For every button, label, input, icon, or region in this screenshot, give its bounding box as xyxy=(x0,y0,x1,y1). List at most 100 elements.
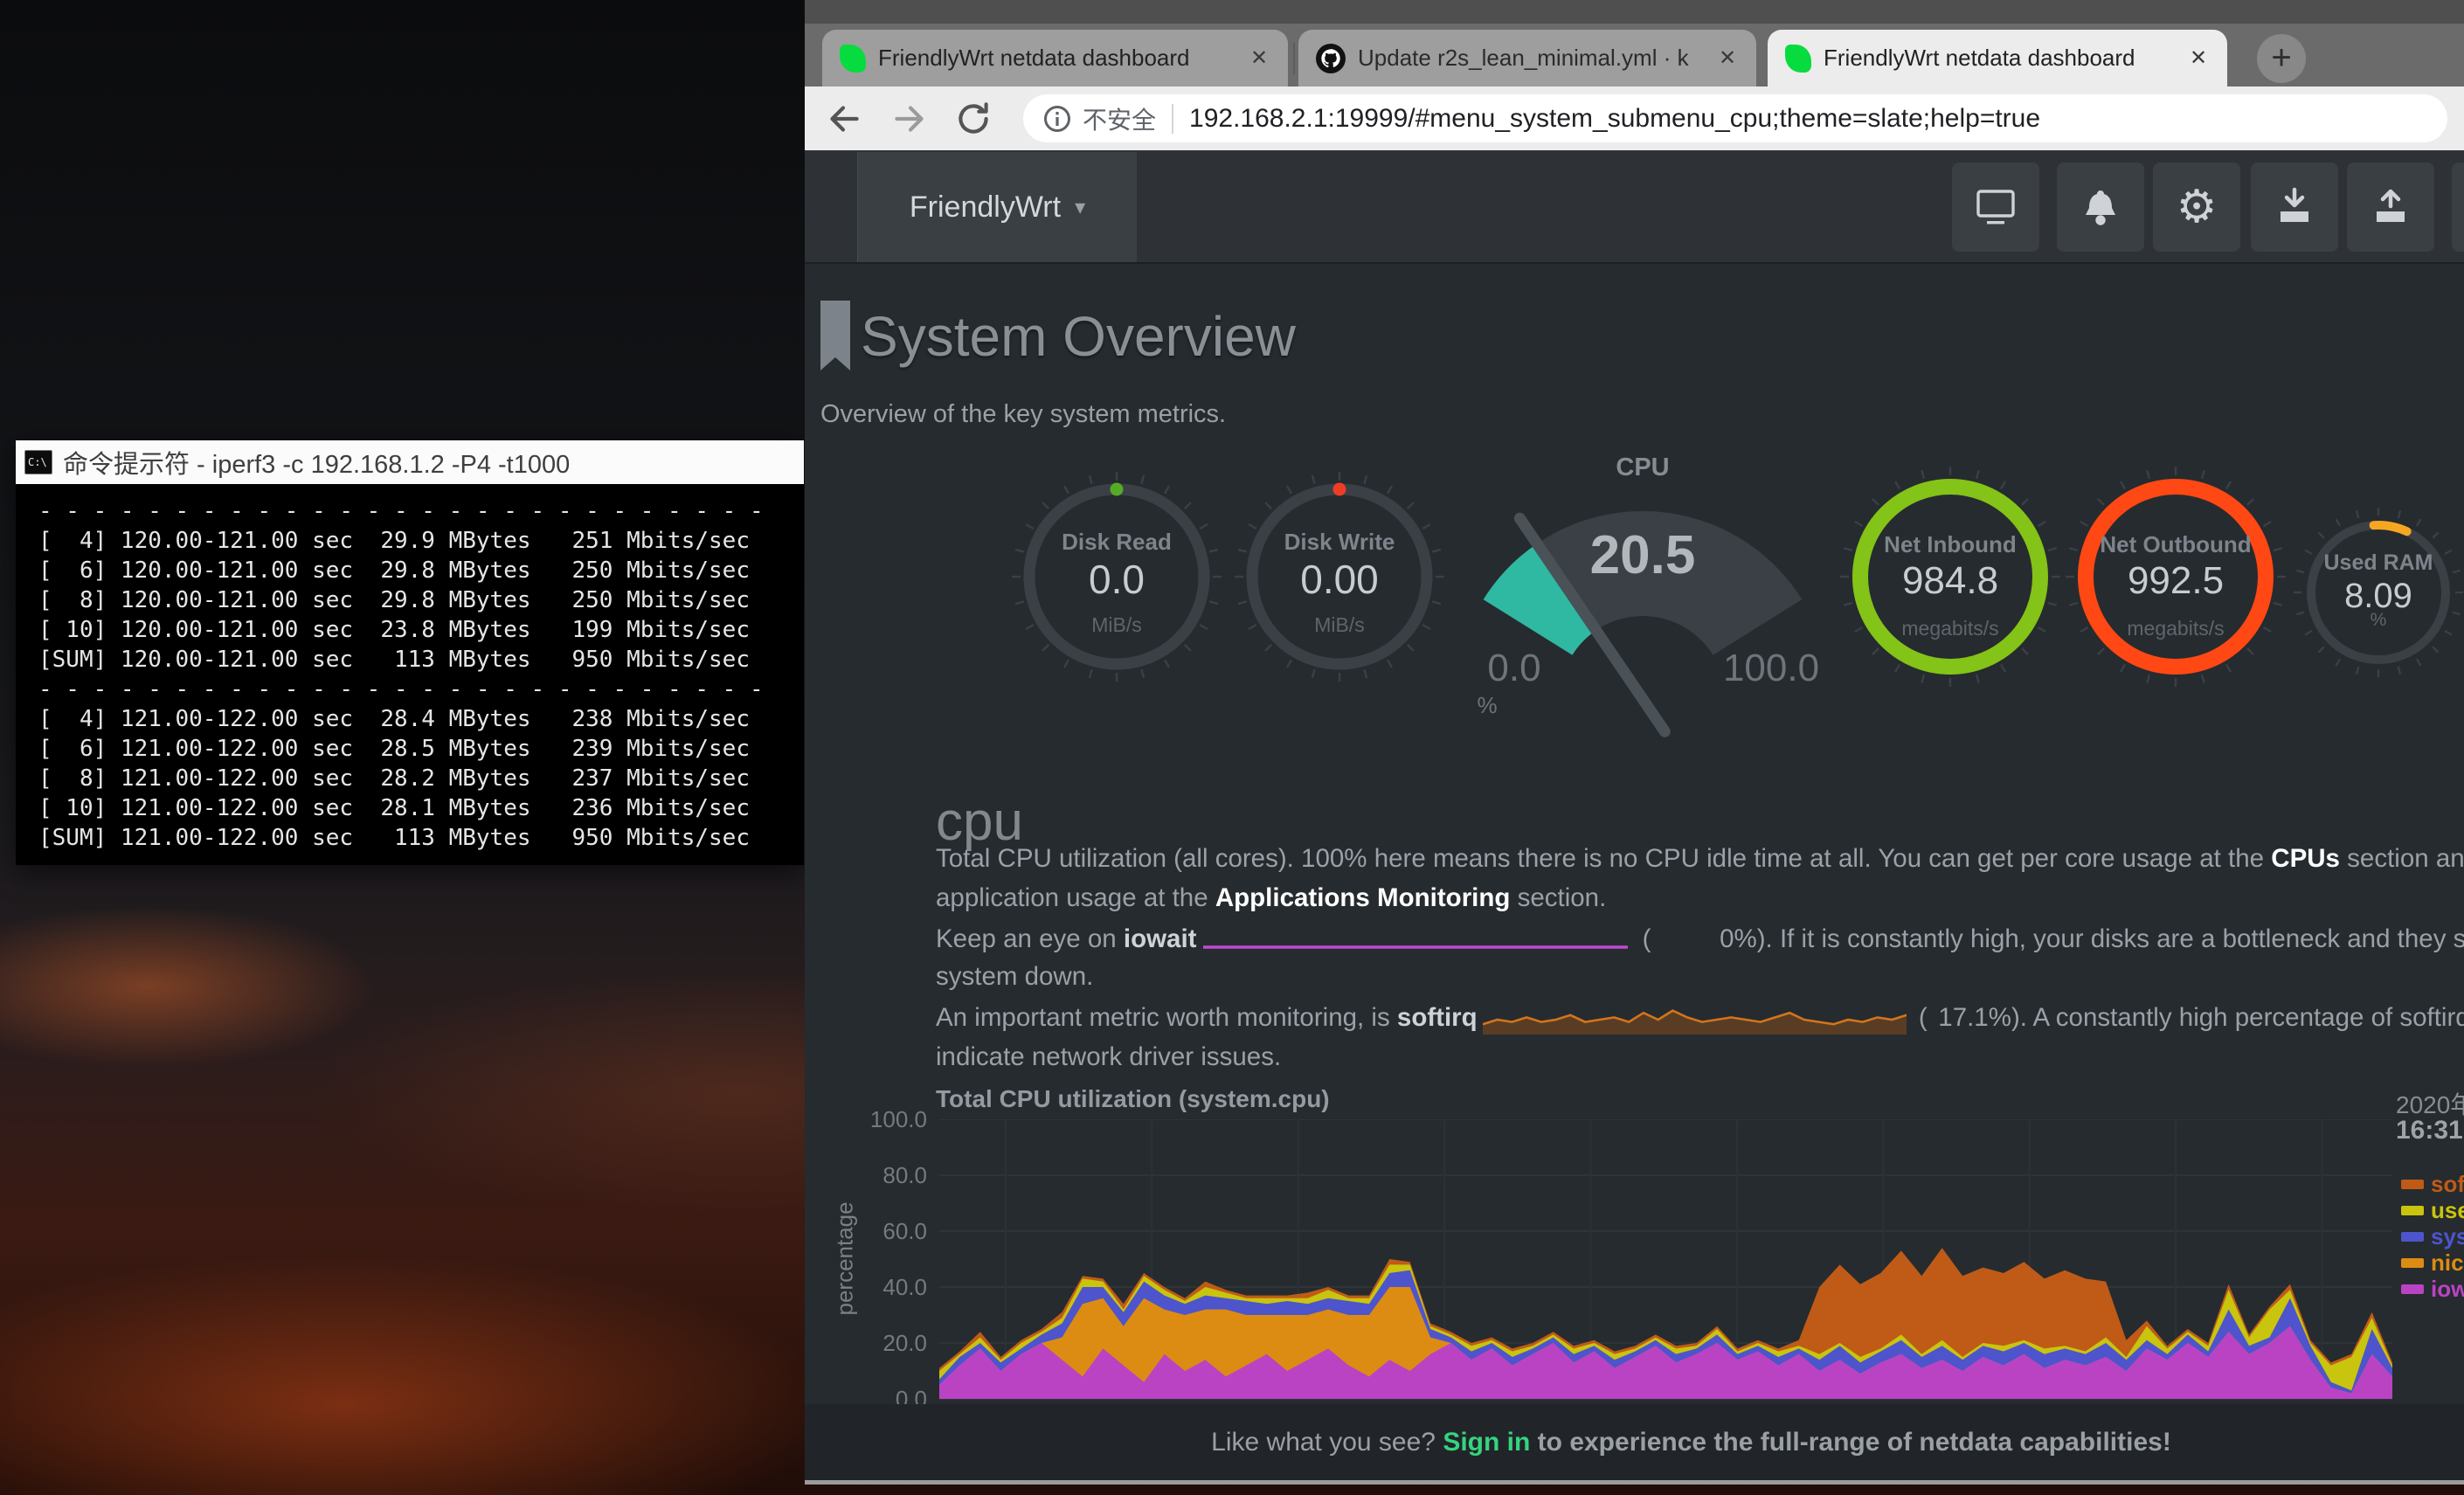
forward-icon[interactable] xyxy=(888,97,931,141)
page-title: System Overview xyxy=(861,304,1296,369)
legend-swatch xyxy=(2401,1206,2424,1215)
gauge-label: Net Outbound xyxy=(2053,531,2298,558)
legend-label: softirq xyxy=(2431,1171,2464,1198)
gauge-net-inbound[interactable]: Net Inbound 984.8 megabits/s xyxy=(1828,454,2073,699)
gauge-value: 992.5 xyxy=(2053,559,2298,603)
browser-toolbar: 不安全 192.168.2.1:19999/#menu_system_subme… xyxy=(805,87,2464,150)
upload-icon xyxy=(2370,185,2412,229)
gauge-min: 0.0 xyxy=(1471,647,1558,690)
gauge-unit: megabits/s xyxy=(2053,617,2298,640)
legend-item-softirq[interactable]: softirq xyxy=(2401,1171,2464,1197)
chart-timestamp-time: 16:31:2 xyxy=(2396,1116,2464,1145)
tab-netdata-2-active[interactable]: FriendlyWrt netdata dashboard ✕ xyxy=(1768,30,2227,87)
close-icon[interactable]: ✕ xyxy=(1714,45,1741,71)
gauge-label: Net Inbound xyxy=(1828,531,2073,558)
back-icon[interactable] xyxy=(822,97,866,141)
softirq-sparkline[interactable] xyxy=(1483,1003,1907,1035)
cpu-description-line4: system down. xyxy=(936,962,2464,992)
gauge-label: Disk Read xyxy=(1003,529,1230,556)
gauge-unit: MiB/s xyxy=(1226,613,1453,637)
cmd-icon: C:\ xyxy=(24,450,52,474)
tab-strip: FriendlyWrt netdata dashboard ✕ Update r… xyxy=(805,24,2464,87)
cpu-description-line1: Total CPU utilization (all cores). 100% … xyxy=(936,844,2464,874)
netdata-navbar: FriendlyWrt ▾ ⚙ xyxy=(805,150,2464,264)
tab-netdata-1[interactable]: FriendlyWrt netdata dashboard ✕ xyxy=(822,30,1288,87)
window-frame[interactable] xyxy=(805,0,2464,24)
gauge-disk-read[interactable]: Disk Read 0.0 MiB/s xyxy=(1003,463,1230,690)
gauge-value: 20.5 xyxy=(1433,524,1852,586)
download-icon xyxy=(2274,185,2315,229)
legend-label: nice xyxy=(2431,1249,2464,1277)
alarms-button[interactable] xyxy=(2057,163,2144,252)
terminal-window[interactable]: C:\ 命令提示符 - iperf3 -c 192.168.1.2 -P4 -t… xyxy=(16,440,804,865)
gauge-value: 0.00 xyxy=(1226,556,1453,603)
url-text[interactable]: 192.168.2.1:19999/#menu_system_submenu_c… xyxy=(1189,104,2040,134)
desktop-wallpaper: C:\ 命令提示符 - iperf3 -c 192.168.1.2 -P4 -t… xyxy=(0,0,2464,1495)
iowait-sparkline[interactable] xyxy=(1201,925,1630,955)
gauge-net-outbound[interactable]: Net Outbound 992.5 megabits/s xyxy=(2053,454,2298,699)
legend-item-nice[interactable]: nice xyxy=(2401,1249,2464,1276)
nodes-view-button[interactable] xyxy=(1952,163,2039,252)
info-icon[interactable] xyxy=(1042,104,1072,134)
legend-item-iowait[interactable]: iowait xyxy=(2401,1276,2464,1302)
sign-in-link[interactable]: Sign in xyxy=(1443,1428,1530,1457)
y-tick: 20.0 xyxy=(840,1330,927,1357)
settings-button[interactable]: ⚙ xyxy=(2153,163,2240,252)
monitor-icon xyxy=(1973,186,2018,228)
hostname-dropdown[interactable]: FriendlyWrt ▾ xyxy=(857,152,1137,262)
browser-window-edge xyxy=(805,1480,2464,1485)
reload-icon[interactable] xyxy=(952,97,995,141)
close-icon[interactable]: ✕ xyxy=(2185,45,2211,71)
print-button-clipped[interactable] xyxy=(2452,163,2464,252)
legend-label: system xyxy=(2431,1223,2464,1250)
gauge-label: Used RAM xyxy=(2291,550,2464,576)
gear-icon: ⚙ xyxy=(2177,181,2218,233)
gauge-value: 984.8 xyxy=(1828,559,2073,603)
legend-swatch xyxy=(2401,1284,2424,1294)
netdata-logo-icon xyxy=(840,45,866,73)
close-icon[interactable]: ✕ xyxy=(1246,45,1272,71)
cpu-description-line2: application usage at the Applications Mo… xyxy=(936,883,2464,913)
netdata-logo-icon xyxy=(1785,45,1811,73)
omnibox-divider xyxy=(1172,104,1173,134)
cpu-utilization-chart[interactable] xyxy=(939,1119,2392,1401)
bell-icon xyxy=(2080,185,2121,229)
tab-title: Update r2s_lean_minimal.yml · k xyxy=(1358,45,1702,72)
chart-legend: softirqusersystemniceiowait xyxy=(2401,1171,2464,1302)
signin-text: Like what you see? Sign in to experience… xyxy=(805,1428,2464,1457)
legend-label: user xyxy=(2431,1197,2464,1224)
applications-monitoring-link[interactable]: Applications Monitoring xyxy=(1215,883,1511,912)
cpus-link[interactable]: CPUs xyxy=(2271,844,2340,873)
security-label[interactable]: 不安全 xyxy=(1083,101,1156,136)
gauge-label: Disk Write xyxy=(1226,529,1453,556)
new-tab-button[interactable]: + xyxy=(2257,34,2306,83)
gauge-disk-write[interactable]: Disk Write 0.00 MiB/s xyxy=(1226,463,1453,690)
import-button[interactable] xyxy=(2251,163,2338,252)
gauge-unit: MiB/s xyxy=(1003,613,1230,637)
address-bar[interactable]: 不安全 192.168.2.1:19999/#menu_system_subme… xyxy=(1023,94,2447,142)
legend-item-system[interactable]: system xyxy=(2401,1223,2464,1249)
terminal-title: 命令提示符 - iperf3 -c 192.168.1.2 -P4 -t1000 xyxy=(63,444,570,481)
gauge-cpu[interactable]: CPU 20.5 0.0 100.0 % xyxy=(1433,437,1852,751)
gauge-used-ram[interactable]: Used RAM 8.09 % xyxy=(2291,505,2464,680)
tab-title: FriendlyWrt netdata dashboard xyxy=(878,45,1234,72)
y-axis-label: percentage xyxy=(832,1229,859,1316)
hostname-label: FriendlyWrt xyxy=(910,190,1061,225)
terminal-titlebar[interactable]: C:\ 命令提示符 - iperf3 -c 192.168.1.2 -P4 -t… xyxy=(16,440,804,484)
tab-separator xyxy=(1293,43,1295,74)
gauge-unit: % xyxy=(2291,610,2464,631)
browser-window: FriendlyWrt netdata dashboard ✕ Update r… xyxy=(805,0,2464,1480)
export-button[interactable] xyxy=(2347,163,2434,252)
tab-github[interactable]: Update r2s_lean_minimal.yml · k ✕ xyxy=(1298,30,1756,87)
page-subtitle: Overview of the key system metrics. xyxy=(820,400,1226,429)
gauge-unit: megabits/s xyxy=(1828,617,2073,640)
legend-item-user[interactable]: user xyxy=(2401,1197,2464,1223)
terminal-output: - - - - - - - - - - - - - - - - - - - - … xyxy=(16,484,804,853)
gauge-max: 100.0 xyxy=(1710,647,1832,690)
softirq-value: 17.1 xyxy=(1928,1003,1989,1033)
legend-label: iowait xyxy=(2431,1276,2464,1303)
y-tick: 100.0 xyxy=(840,1106,927,1133)
legend-swatch xyxy=(2401,1258,2424,1268)
terminal-body[interactable]: - - - - - - - - - - - - - - - - - - - - … xyxy=(16,484,804,865)
cpu-description-line5: An important metric worth monitoring, is… xyxy=(936,1003,2464,1035)
